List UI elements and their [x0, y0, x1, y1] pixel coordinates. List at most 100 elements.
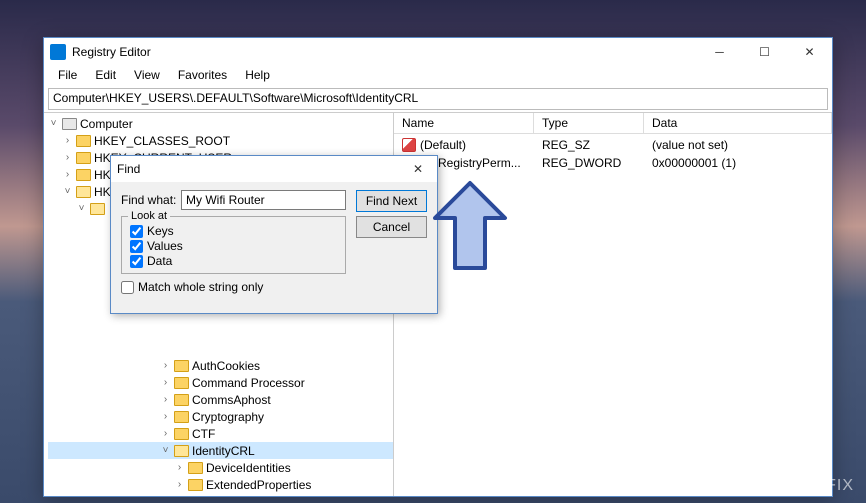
- folder-icon: [174, 445, 189, 457]
- menubar: File Edit View Favorites Help: [44, 66, 832, 86]
- node-label: IdentityCRL: [192, 444, 255, 458]
- tree-node-computer[interactable]: ˅ Computer: [48, 115, 393, 132]
- col-data[interactable]: Data: [644, 113, 832, 133]
- value-list-pane[interactable]: Name Type Data (Default)REG_SZ(value not…: [394, 113, 832, 496]
- find-what-input[interactable]: [181, 190, 346, 210]
- tree-node[interactable]: › AuthCookies: [48, 357, 393, 374]
- node-label: AuthCookies: [192, 359, 260, 373]
- keys-label: Keys: [147, 224, 174, 238]
- maximize-button[interactable]: ☐: [742, 38, 787, 66]
- menu-help[interactable]: Help: [237, 66, 278, 86]
- find-title: Find: [117, 162, 405, 176]
- values-label: Values: [147, 239, 183, 253]
- value-row[interactable]: (Default)REG_SZ(value not set): [394, 136, 832, 154]
- find-body: Find what: Look at Keys Values Data: [111, 182, 437, 302]
- value-type: REG_DWORD: [534, 155, 644, 171]
- toggle-icon[interactable]: ›: [62, 135, 73, 146]
- menu-file[interactable]: File: [50, 66, 85, 86]
- tree-node[interactable]: ˅ IdentityCRL: [48, 442, 393, 459]
- menu-favorites[interactable]: Favorites: [170, 66, 235, 86]
- computer-icon: [62, 118, 77, 130]
- node-label: HKEY_CLASSES_ROOT: [94, 134, 230, 148]
- folder-icon: [174, 428, 189, 440]
- match-whole-checkbox[interactable]: [121, 281, 134, 294]
- folder-icon: [90, 203, 105, 215]
- toggle-icon[interactable]: ›: [62, 152, 73, 163]
- tree-node[interactable]: › CTF: [48, 425, 393, 442]
- tree-node-hkcr[interactable]: › HKEY_CLASSES_ROOT: [48, 132, 393, 149]
- toggle-icon[interactable]: ˅: [76, 203, 87, 214]
- node-label: ExtendedProperties: [206, 478, 311, 492]
- folder-icon: [76, 186, 91, 198]
- folder-icon: [174, 377, 189, 389]
- find-what-row: Find what:: [121, 190, 346, 210]
- find-left: Find what: Look at Keys Values Data: [121, 190, 346, 294]
- data-checkbox[interactable]: [130, 255, 143, 268]
- keys-checkbox[interactable]: [130, 225, 143, 238]
- list-header: Name Type Data: [394, 113, 832, 134]
- address-bar[interactable]: Computer\HKEY_USERS\.DEFAULT\Software\Mi…: [48, 88, 828, 110]
- toggle-icon[interactable]: ˅: [62, 186, 73, 197]
- list-rows: (Default)REG_SZ(value not set)SetRegistr…: [394, 134, 832, 174]
- find-next-button[interactable]: Find Next: [356, 190, 427, 212]
- menu-edit[interactable]: Edit: [87, 66, 124, 86]
- toggle-icon[interactable]: ˅: [48, 118, 59, 129]
- toggle-icon[interactable]: ›: [160, 360, 171, 371]
- values-checkbox-row[interactable]: Values: [130, 239, 337, 253]
- tree-node[interactable]: ›Immersive: [48, 493, 393, 496]
- regedit-icon: [50, 44, 66, 60]
- find-titlebar[interactable]: Find ✕: [111, 156, 437, 182]
- node-label: DeviceIdentities: [206, 461, 291, 475]
- value-data: 0x00000001 (1): [644, 155, 832, 171]
- value-name: (Default): [420, 138, 466, 152]
- find-close-button[interactable]: ✕: [405, 156, 431, 182]
- col-name[interactable]: Name: [394, 113, 534, 133]
- tree-node[interactable]: › CommsAphost: [48, 391, 393, 408]
- menu-view[interactable]: View: [126, 66, 168, 86]
- toggle-icon[interactable]: ›: [160, 428, 171, 439]
- find-dialog: Find ✕ Find what: Look at Keys Values: [110, 155, 438, 314]
- folder-icon: [188, 462, 203, 474]
- window-title: Registry Editor: [72, 45, 697, 59]
- titlebar[interactable]: Registry Editor ─ ☐ ✕: [44, 38, 832, 66]
- values-checkbox[interactable]: [130, 240, 143, 253]
- toggle-icon[interactable]: ˅: [160, 445, 171, 456]
- node-label: Computer: [80, 117, 133, 131]
- look-at-legend: Look at: [128, 210, 170, 222]
- node-label: Immersive: [206, 495, 261, 497]
- folder-icon: [76, 152, 91, 164]
- watermark: UGETFIX: [778, 477, 854, 495]
- toggle-icon[interactable]: ›: [160, 377, 171, 388]
- node-label: Cryptography: [192, 410, 264, 424]
- value-row[interactable]: SetRegistryPerm...REG_DWORD0x00000001 (1…: [394, 154, 832, 172]
- col-type[interactable]: Type: [534, 113, 644, 133]
- toggle-icon[interactable]: ›: [160, 411, 171, 422]
- close-button[interactable]: ✕: [787, 38, 832, 66]
- toggle-icon[interactable]: ›: [174, 479, 185, 490]
- tree-node[interactable]: ›Command Processor: [48, 374, 393, 391]
- folder-icon: [188, 479, 203, 491]
- tree-node[interactable]: › DeviceIdentities: [48, 459, 393, 476]
- tree-node[interactable]: › ExtendedProperties: [48, 476, 393, 493]
- cancel-button[interactable]: Cancel: [356, 216, 427, 238]
- node-label: CommsAphost: [192, 393, 271, 407]
- folder-icon: [188, 496, 203, 497]
- folder-icon: [76, 169, 91, 181]
- minimize-button[interactable]: ─: [697, 38, 742, 66]
- tree-node[interactable]: › Cryptography: [48, 408, 393, 425]
- match-whole-row[interactable]: Match whole string only: [121, 280, 346, 294]
- folder-icon: [174, 394, 189, 406]
- folder-icon: [174, 360, 189, 372]
- data-label: Data: [147, 254, 172, 268]
- match-whole-label: Match whole string only: [138, 280, 263, 294]
- toggle-icon[interactable]: ›: [62, 169, 73, 180]
- folder-icon: [76, 135, 91, 147]
- string-value-icon: [402, 138, 416, 152]
- toggle-icon[interactable]: ›: [174, 462, 185, 473]
- node-label: CTF: [192, 427, 215, 441]
- toggle-icon[interactable]: ›: [160, 394, 171, 405]
- keys-checkbox-row[interactable]: Keys: [130, 224, 337, 238]
- window-controls: ─ ☐ ✕: [697, 38, 832, 66]
- value-type: REG_SZ: [534, 137, 644, 153]
- data-checkbox-row[interactable]: Data: [130, 254, 337, 268]
